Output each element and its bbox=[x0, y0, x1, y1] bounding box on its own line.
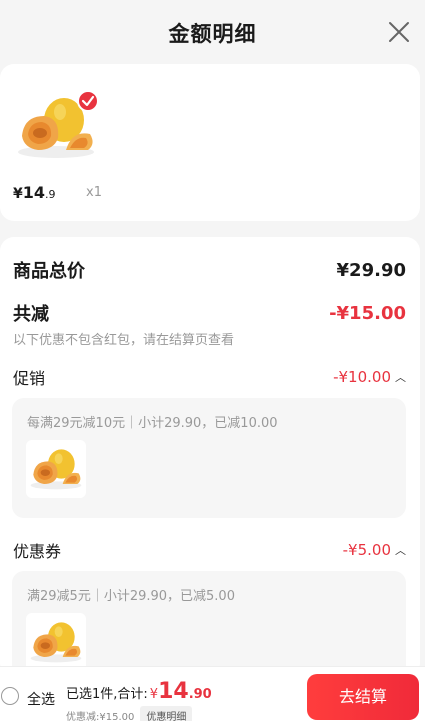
close-icon[interactable] bbox=[387, 20, 411, 44]
breakdown-card: 商品总价 ¥29.90 共减 -¥15.00 以下优惠不包含红包，请在结算页查看… bbox=[0, 237, 420, 677]
total-label: 商品总价 bbox=[13, 261, 85, 282]
promotion-thumb bbox=[26, 440, 86, 498]
coupon-thumb bbox=[26, 613, 86, 671]
footer-total: ¥ 14 .90 bbox=[148, 679, 212, 704]
promotion-row[interactable]: 促销 -¥10.00 ︿ bbox=[13, 365, 406, 389]
price-int: 14 bbox=[22, 183, 46, 202]
checkout-bar: 全选 已选1件,合计: ¥ 14 .90 优惠减:¥15.00 优惠明细 去结算 bbox=[0, 666, 425, 721]
price-symbol: ¥ bbox=[13, 186, 23, 202]
coupon-value-wrap: -¥5.00 ︿ bbox=[343, 541, 406, 559]
promotion-value: -¥10.00 bbox=[333, 368, 391, 386]
promotion-label: 促销 bbox=[13, 369, 46, 388]
coupon-detail-box: 满29减5元｜小计29.90，已减5.00 bbox=[12, 571, 406, 677]
total-value: ¥29.90 bbox=[336, 259, 406, 281]
melon-thumb-image bbox=[30, 449, 82, 490]
reduce-label: 共减 bbox=[13, 304, 49, 325]
discount-detail-button[interactable]: 优惠明细 bbox=[140, 706, 193, 721]
price-dec: .9 bbox=[45, 188, 56, 201]
promotion-value-wrap: -¥10.00 ︿ bbox=[333, 368, 406, 386]
coupon-detail: 满29减5元｜小计29.90，已减5.00 bbox=[27, 589, 235, 604]
header: 金额明细 bbox=[0, 0, 425, 64]
selected-text: 已选1件,合计: bbox=[66, 687, 148, 702]
footer-total-symbol: ¥ bbox=[149, 687, 159, 702]
chevron-up-icon[interactable]: ︿ bbox=[395, 542, 406, 558]
checkout-button[interactable]: 去结算 bbox=[307, 674, 419, 720]
footer-total-int: 14 bbox=[158, 679, 189, 704]
page-title: 金额明细 bbox=[168, 22, 257, 46]
coupon-label: 优惠券 bbox=[13, 542, 62, 561]
product-price: ¥14.9 bbox=[13, 183, 56, 202]
discount-text: 优惠减:¥15.00 bbox=[66, 712, 135, 721]
select-all-radio[interactable] bbox=[1, 687, 19, 705]
chevron-up-icon[interactable]: ︿ bbox=[395, 369, 406, 385]
select-all-label[interactable]: 全选 bbox=[27, 689, 55, 709]
coupon-value: -¥5.00 bbox=[342, 541, 391, 559]
reduce-value: -¥15.00 bbox=[329, 302, 406, 324]
discount-note: 以下优惠不包含红包，请在结算页查看 bbox=[13, 333, 235, 348]
product-quantity: x1 bbox=[86, 185, 102, 200]
total-row: 商品总价 ¥29.90 bbox=[13, 257, 406, 283]
discount-line: 优惠减:¥15.00 优惠明细 bbox=[66, 706, 193, 721]
check-badge-icon bbox=[77, 90, 99, 112]
selection-summary: 已选1件,合计: ¥ 14 .90 bbox=[66, 679, 212, 704]
reduce-row: 共减 -¥15.00 bbox=[13, 300, 406, 326]
promotion-detail-box: 每满29元减10元｜小计29.90，已减10.00 bbox=[12, 398, 406, 518]
promotion-detail: 每满29元减10元｜小计29.90，已减10.00 bbox=[27, 416, 278, 431]
melon-thumb-image bbox=[30, 622, 82, 663]
product-card: ¥14.9 x1 bbox=[0, 64, 420, 221]
footer-total-dec: .90 bbox=[188, 687, 212, 702]
coupon-row[interactable]: 优惠券 -¥5.00 ︿ bbox=[13, 538, 406, 562]
